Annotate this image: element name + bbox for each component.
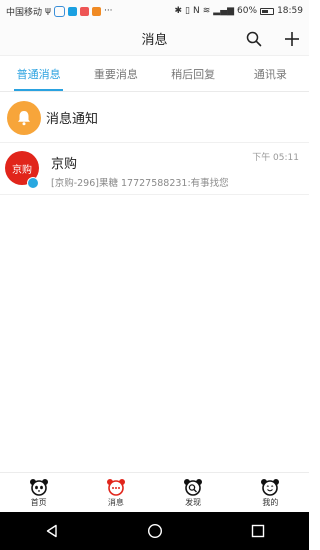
nav-item-home[interactable]: 首页 (0, 473, 77, 512)
status-bar: 中国移动 ψ ··· ✱ ▯ N ≋ ▂▄▆ 60% 18:59 (0, 0, 309, 22)
recents-square-icon (251, 524, 264, 538)
nav-item-messages[interactable]: 消息 (77, 473, 154, 512)
system-nav-bar (0, 512, 309, 550)
clock: 18:59 (277, 6, 303, 16)
search-button[interactable] (245, 30, 263, 48)
search-icon (246, 31, 262, 47)
back-triangle-icon (46, 524, 57, 538)
plus-icon (285, 32, 299, 46)
nav-item-discover[interactable]: 发现 (155, 473, 232, 512)
recents-button[interactable] (238, 512, 278, 550)
vibrate-icon: ▯ (185, 6, 190, 16)
notification-avatar (7, 100, 41, 135)
bottom-nav: 首页 消息 发现 我的 (0, 472, 309, 512)
page-title: 消息 (141, 33, 168, 48)
bell-icon (18, 110, 30, 125)
app-icon (91, 6, 101, 16)
message-preview: [京购-296]果糖 17727588231:有事找您 (51, 178, 229, 189)
nav-label: 消息 (107, 497, 124, 507)
app-icon (67, 6, 77, 16)
panda-profile-icon (261, 478, 280, 496)
panda-home-icon (29, 478, 48, 496)
signal-icon: ▂▄▆ (213, 6, 235, 16)
list-item[interactable]: 京购 京购 下午 05:11 [京购-296]果糖 17727588231:有事… (0, 145, 309, 195)
carrier-label: 中国移动 (6, 7, 43, 18)
contact-name: 京购 (51, 157, 78, 172)
message-tabs: 普通消息 重要消息 稍后回复 通讯录 (0, 56, 309, 92)
wifi-icon: ≋ (202, 6, 211, 16)
notification-row[interactable]: 消息通知 (0, 93, 309, 143)
home-circle-icon (147, 523, 162, 539)
home-button[interactable] (135, 512, 175, 550)
nav-item-profile[interactable]: 我的 (232, 473, 309, 512)
message-time: 下午 05:11 (252, 153, 299, 163)
status-left: 中国移动 ψ ··· (6, 5, 113, 18)
nav-label: 首页 (30, 497, 47, 507)
title-bar: 消息 (0, 22, 309, 56)
battery-percent: 60% (237, 6, 258, 16)
tab-normal-messages[interactable]: 普通消息 (0, 56, 77, 91)
tab-contacts[interactable]: 通讯录 (232, 56, 309, 91)
bluetooth-icon: ✱ (174, 6, 183, 16)
tab-reply-later[interactable]: 稍后回复 (155, 56, 232, 91)
add-button[interactable] (283, 30, 301, 48)
status-badge (27, 177, 39, 189)
status-right: ✱ ▯ N ≋ ▂▄▆ 60% 18:59 (175, 6, 304, 16)
chat-app-icon (53, 5, 65, 17)
tab-important-messages[interactable]: 重要消息 (77, 56, 154, 91)
battery-icon (260, 7, 275, 15)
app-icon (79, 6, 89, 16)
nav-label: 我的 (262, 497, 279, 507)
nfc-icon: N (193, 6, 200, 16)
nav-label: 发现 (185, 497, 202, 507)
more-notifications-icon: ··· (103, 6, 113, 16)
panda-message-icon (106, 478, 125, 496)
usb-icon: ψ (45, 6, 51, 16)
back-button[interactable] (32, 512, 72, 550)
panda-discover-icon (184, 478, 203, 496)
notification-label: 消息通知 (46, 112, 99, 127)
